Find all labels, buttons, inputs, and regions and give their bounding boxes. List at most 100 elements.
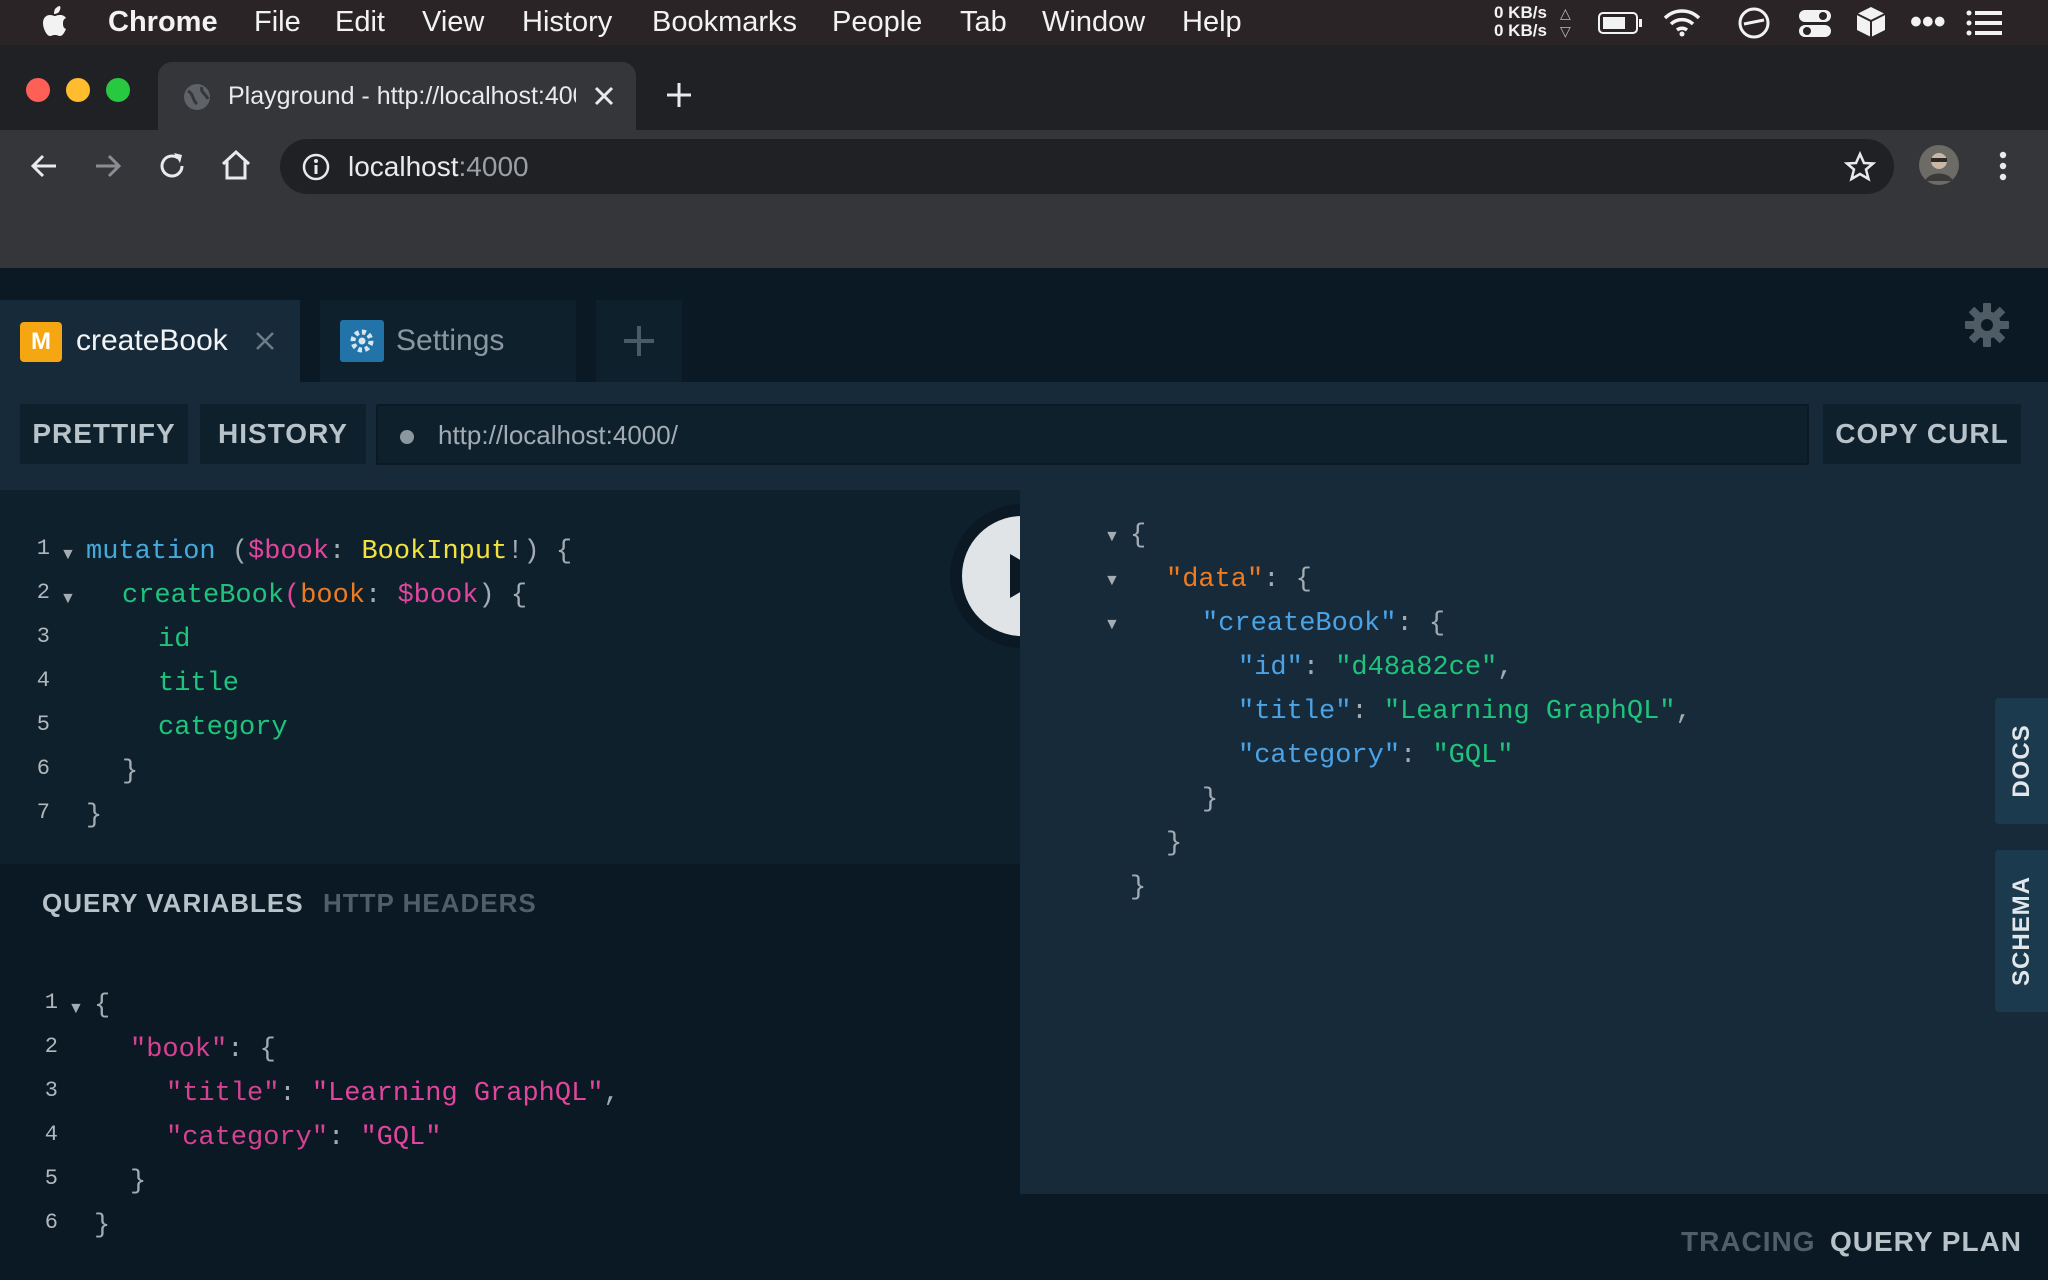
- browser-tab-title: Playground - http://localhost:4000: [228, 82, 576, 110]
- query-field-title: title: [158, 669, 240, 699]
- close-tab-icon[interactable]: [592, 84, 616, 113]
- result-close-brace: }: [1130, 873, 1147, 903]
- query-punct: (: [215, 537, 249, 567]
- query-punct: :: [329, 537, 362, 567]
- query-field-id: id: [158, 625, 191, 655]
- result-line-id: "id": "d48a82ce",: [1238, 653, 1514, 683]
- forward-icon[interactable]: [92, 150, 124, 187]
- new-tab-icon[interactable]: [664, 80, 694, 115]
- tab-createbook-label: createBook: [76, 324, 228, 357]
- menu-bookmarks[interactable]: Bookmarks: [652, 0, 797, 45]
- wifi-icon[interactable]: [1662, 7, 1702, 42]
- http-headers-tab[interactable]: HTTP HEADERS: [323, 888, 537, 919]
- fold-arrow-icon[interactable]: ▼: [60, 590, 76, 608]
- variables-line-title: "title": "Learning GraphQL",: [166, 1079, 620, 1109]
- macos-menubar: Chrome File Edit View History Bookmarks …: [0, 0, 2048, 45]
- net-up-value: 0 KB/s: [1494, 3, 1547, 22]
- menu-file[interactable]: File: [254, 0, 301, 45]
- settings-gear-icon[interactable]: [1964, 302, 2010, 353]
- copy-curl-button[interactable]: COPY CURL: [1823, 404, 2021, 464]
- line-number: 2: [44, 1034, 58, 1059]
- fold-arrow-icon[interactable]: ▼: [60, 546, 76, 564]
- apple-icon[interactable]: [42, 6, 68, 38]
- address-bar[interactable]: localhost:4000: [280, 139, 1894, 194]
- back-icon[interactable]: [28, 150, 60, 187]
- info-icon[interactable]: [302, 153, 330, 186]
- menu-view[interactable]: View: [422, 0, 484, 45]
- close-window-button[interactable]: [26, 78, 50, 102]
- variables-close-brace: }: [130, 1167, 147, 1197]
- variables-open-brace: {: [94, 991, 111, 1021]
- tab-settings[interactable]: Settings: [320, 300, 576, 382]
- minimize-window-button[interactable]: [66, 78, 90, 102]
- variables-line-book: "book": {: [130, 1035, 276, 1065]
- menu-app-name[interactable]: Chrome: [108, 0, 218, 45]
- json-string: "Learning GraphQL": [311, 1079, 604, 1109]
- query-variable: $book: [248, 537, 330, 567]
- line-number: 1: [44, 990, 58, 1015]
- query-variables-tab[interactable]: QUERY VARIABLES: [42, 888, 304, 919]
- query-punct: !) {: [507, 537, 573, 567]
- line-number: 5: [44, 1166, 58, 1191]
- bookmark-star-icon[interactable]: [1843, 150, 1877, 188]
- line-number: 4: [44, 1122, 58, 1147]
- line-number: 1: [36, 536, 50, 561]
- add-tab-button[interactable]: [596, 300, 682, 382]
- chrome-menu-icon[interactable]: [1998, 150, 2008, 187]
- query-close-brace: }: [86, 801, 103, 831]
- menu-tab[interactable]: Tab: [960, 0, 1007, 45]
- endpoint-url-input[interactable]: http://localhost:4000/: [376, 404, 1809, 465]
- line-number: 3: [44, 1078, 58, 1103]
- tracing-tab[interactable]: TRACING: [1681, 1226, 1816, 1258]
- fold-arrow-icon[interactable]: ▼: [1104, 616, 1120, 634]
- prettify-button[interactable]: PRETTIFY: [20, 404, 188, 464]
- result-line-title: "title": "Learning GraphQL",: [1238, 697, 1692, 727]
- menu-people[interactable]: People: [832, 0, 922, 45]
- browser-tab[interactable]: Playground - http://localhost:4000: [158, 62, 636, 130]
- fold-arrow-icon[interactable]: ▼: [68, 1000, 84, 1018]
- history-button[interactable]: HISTORY: [200, 404, 366, 464]
- query-plan-tab[interactable]: QUERY PLAN: [1830, 1226, 2022, 1258]
- docs-tab-label: DOCS: [2007, 724, 2035, 798]
- mutation-badge: M: [20, 322, 62, 362]
- menu-window[interactable]: Window: [1042, 0, 1145, 45]
- variables-close-brace: }: [94, 1211, 111, 1241]
- query-punct: (: [284, 581, 301, 611]
- zoom-window-button[interactable]: [106, 78, 130, 102]
- result-close-brace: }: [1166, 829, 1183, 859]
- menu-history[interactable]: History: [522, 0, 612, 45]
- json-key: "createBook": [1202, 609, 1397, 639]
- menu-edit[interactable]: Edit: [335, 0, 385, 45]
- docs-tab[interactable]: DOCS: [1995, 698, 2048, 824]
- query-punct: :: [365, 581, 398, 611]
- menu-help[interactable]: Help: [1182, 0, 1242, 45]
- playground-tab-strip: [0, 268, 2048, 382]
- schema-tab[interactable]: SCHEMA: [1995, 850, 2048, 1012]
- query-line-1: mutation ($book: BookInput!) {: [86, 530, 572, 574]
- home-icon[interactable]: [220, 148, 252, 187]
- fold-arrow-icon[interactable]: ▼: [1104, 572, 1120, 590]
- cube-icon[interactable]: [1855, 5, 1887, 44]
- line-number: 3: [36, 624, 50, 649]
- close-tab-createbook-icon[interactable]: [254, 330, 276, 357]
- query-arg: book: [300, 581, 366, 611]
- tab-createbook[interactable]: M createBook: [0, 300, 300, 382]
- battery-icon[interactable]: [1598, 10, 1644, 41]
- query-close-brace: }: [122, 757, 139, 787]
- connection-status-dot: [400, 430, 414, 444]
- profile-avatar[interactable]: [1919, 145, 1959, 190]
- line-number: 6: [44, 1210, 58, 1235]
- notification-list-icon[interactable]: [1966, 10, 2004, 41]
- more-dots-icon[interactable]: •••: [1910, 4, 1946, 40]
- json-string: "Learning GraphQL": [1383, 697, 1676, 727]
- json-string: "GQL": [360, 1123, 442, 1153]
- result-line-createbook: "createBook": {: [1202, 609, 1446, 639]
- dnd-icon[interactable]: [1736, 7, 1772, 44]
- fold-arrow-icon[interactable]: ▼: [1104, 528, 1120, 546]
- schema-tab-label: SCHEMA: [2007, 875, 2035, 987]
- reload-icon[interactable]: [156, 150, 188, 187]
- control-center-icon[interactable]: [1797, 7, 1833, 44]
- line-number: 4: [36, 668, 50, 693]
- result-close-brace: }: [1202, 785, 1219, 815]
- net-arrows-icon: △ ▽: [1560, 5, 1571, 39]
